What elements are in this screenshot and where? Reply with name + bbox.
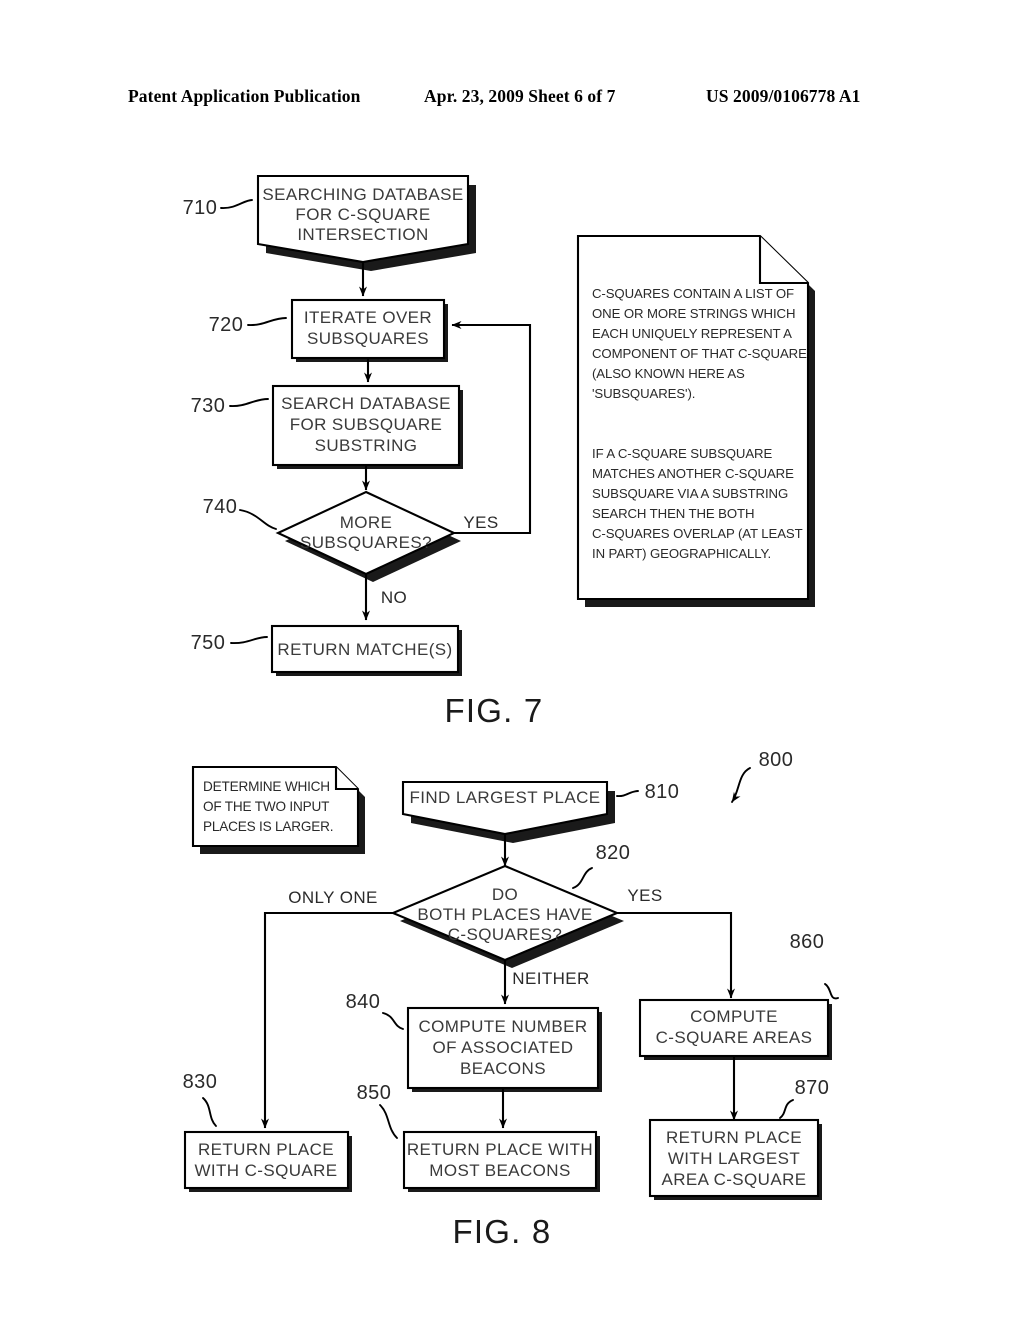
fig7-750-line1: RETURN MATCHE(S)	[277, 640, 452, 659]
fig8-leader-820	[572, 867, 593, 889]
fig8-node-830: RETURN PLACE WITH C-SQUARE	[183, 1130, 352, 1192]
fig7-710-line2: FOR C-SQUARE	[295, 205, 430, 224]
fig7-710-line1: SEARCHING DATABASE	[262, 185, 463, 204]
fig8-870-line3: AREA C-SQUARE	[661, 1170, 806, 1189]
fig8-ref-800-pointer	[731, 767, 751, 803]
fig7-note-line-7: IF A C-SQUARE SUBSQUARE	[592, 446, 772, 461]
fig8-node-820: DO BOTH PLACES HAVE C-SQUARES?	[390, 864, 624, 968]
fig7-730-line1: SEARCH DATABASE	[281, 394, 451, 413]
fig8-ref-860: 860	[790, 931, 825, 953]
fig7-note-line-12: IN PART) GEOGRAPHICALLY.	[592, 546, 771, 561]
fig8-830-line1: RETURN PLACE	[198, 1140, 334, 1159]
fig7-edge-yes-loop	[451, 321, 532, 535]
fig7-node-710: SEARCHING DATABASE FOR C-SQUARE INTERSEC…	[256, 174, 476, 271]
fig8-edge-yes	[617, 911, 735, 999]
fig7-note: C-SQUARES CONTAIN A LIST OF ONE OR MORE …	[576, 234, 815, 607]
fig8-860-line2: C-SQUARE AREAS	[656, 1028, 813, 1047]
fig7-ref-730: 730	[191, 395, 226, 417]
fig7-note-line-11: C-SQUARES OVERLAP (AT LEAST	[592, 526, 803, 541]
fig8-820-line2: BOTH PLACES HAVE	[417, 905, 592, 924]
fig7-leader-710	[220, 199, 253, 209]
fig7-note-line-8: MATCHES ANOTHER C-SQUARE	[592, 466, 794, 481]
fig8-ref-840: 840	[346, 991, 381, 1013]
fig8-850-line2: MOST BEACONS	[429, 1161, 570, 1180]
fig8-850-line1: RETURN PLACE WITH	[407, 1140, 593, 1159]
fig7-note-line-10: SEARCH THEN THE BOTH	[592, 506, 754, 521]
fig8-node-810: FIND LARGEST PLACE	[401, 780, 615, 843]
fig8-810-line1: FIND LARGEST PLACE	[409, 788, 600, 807]
fig8-leader-870	[779, 1099, 794, 1119]
fig8-node-850: RETURN PLACE WITH MOST BEACONS	[402, 1130, 600, 1192]
fig8-label-yes: YES	[627, 886, 662, 905]
fig7-710-line3: INTERSECTION	[297, 225, 428, 244]
fig7-node-750: RETURN MATCHE(S)	[270, 624, 462, 676]
fig8-leader-830	[202, 1097, 217, 1127]
fig8-label-only-one: ONLY ONE	[288, 888, 378, 907]
fig8-820-line3: C-SQUARES?	[448, 925, 563, 944]
fig7-740-line2: SUBSQUARES?	[300, 533, 432, 552]
fig7-ref-750: 750	[191, 632, 226, 654]
patent-page: Patent Application Publication Apr. 23, …	[0, 0, 1024, 1320]
fig7-node-740: MORE SUBSQUARES?	[275, 490, 461, 582]
fig7-ref-710: 710	[183, 197, 218, 219]
fig8-note-line-2: OF THE TWO INPUT	[203, 799, 329, 814]
fig7-720-line2: SUBSQUARES	[307, 329, 429, 348]
fig7-note-line-5: (ALSO KNOWN HERE AS	[592, 366, 745, 381]
fig8-ref-850: 850	[357, 1082, 392, 1104]
fig7-730-line3: SUBSTRING	[315, 436, 418, 455]
fig8-830-line2: WITH C-SQUARE	[194, 1161, 337, 1180]
fig8-840-line1: COMPUTE NUMBER	[419, 1017, 588, 1036]
fig8-leader-850	[379, 1104, 398, 1139]
fig8-node-870: RETURN PLACE WITH LARGEST AREA C-SQUARE	[648, 1118, 822, 1200]
fig7-caption: FIG. 7	[445, 692, 544, 729]
fig7-node-720: ITERATE OVER SUBSQUARES	[290, 298, 448, 362]
fig7-note-line-3: EACH UNIQUELY REPRESENT A	[592, 326, 792, 341]
fig8-label-neither: NEITHER	[512, 969, 589, 988]
fig8-820-line1: DO	[492, 885, 518, 904]
fig7-730-line2: FOR SUBSQUARE	[290, 415, 443, 434]
fig7-node-730: SEARCH DATABASE FOR SUBSQUARE SUBSTRING	[271, 384, 463, 469]
figure-8: DETERMINE WHICH OF THE TWO INPUT PLACES …	[183, 749, 839, 1250]
fig8-leader-860	[824, 983, 839, 1000]
fig8-leader-810	[616, 790, 639, 798]
fig7-740-line1: MORE	[340, 513, 393, 532]
fig8-ref-870: 870	[795, 1077, 830, 1099]
fig7-ref-740: 740	[203, 496, 238, 518]
fig7-note-line-6: 'SUBSQUARES').	[592, 386, 695, 401]
figure-7: SEARCHING DATABASE FOR C-SQUARE INTERSEC…	[183, 174, 815, 729]
fig7-note-line-2: ONE OR MORE STRINGS WHICH	[592, 306, 795, 321]
fig7-ref-720: 720	[209, 314, 244, 336]
fig7-720-line1: ITERATE OVER	[304, 308, 432, 327]
fig7-note-line-4: COMPONENT OF THAT C-SQUARE	[592, 346, 807, 361]
fig7-leader-750	[230, 636, 268, 644]
fig8-840-line3: BEACONS	[460, 1059, 546, 1078]
fig8-caption: FIG. 8	[453, 1213, 552, 1250]
fig8-node-860: COMPUTE C-SQUARE AREAS	[638, 998, 832, 1060]
fig7-note-line-1: C-SQUARES CONTAIN A LIST OF	[592, 286, 794, 301]
fig8-ref-830: 830	[183, 1071, 218, 1093]
fig7-leader-740	[239, 509, 277, 530]
fig7-note-line-9: SUBSQUARE VIA A SUBSTRING	[592, 486, 788, 501]
fig8-note-line-1: DETERMINE WHICH	[203, 779, 330, 794]
fig8-ref-820: 820	[596, 842, 631, 864]
fig8-leader-840	[382, 1012, 404, 1030]
fig8-note: DETERMINE WHICH OF THE TWO INPUT PLACES …	[191, 765, 365, 854]
fig8-870-line1: RETURN PLACE	[666, 1128, 802, 1147]
fig7-leader-720	[247, 317, 287, 326]
fig8-note-line-3: PLACES IS LARGER.	[203, 819, 333, 834]
fig8-840-line2: OF ASSOCIATED	[433, 1038, 574, 1057]
fig7-label-no: NO	[381, 588, 407, 607]
fig8-node-840: COMPUTE NUMBER OF ASSOCIATED BEACONS	[406, 1006, 602, 1092]
fig7-label-yes: YES	[463, 513, 498, 532]
figures-canvas: SEARCHING DATABASE FOR C-SQUARE INTERSEC…	[183, 174, 839, 1250]
fig7-leader-730	[229, 398, 269, 407]
fig8-860-line1: COMPUTE	[690, 1007, 778, 1026]
fig8-ref-800: 800	[759, 749, 794, 771]
fig8-ref-810: 810	[645, 781, 680, 803]
fig8-870-line2: WITH LARGEST	[668, 1149, 800, 1168]
